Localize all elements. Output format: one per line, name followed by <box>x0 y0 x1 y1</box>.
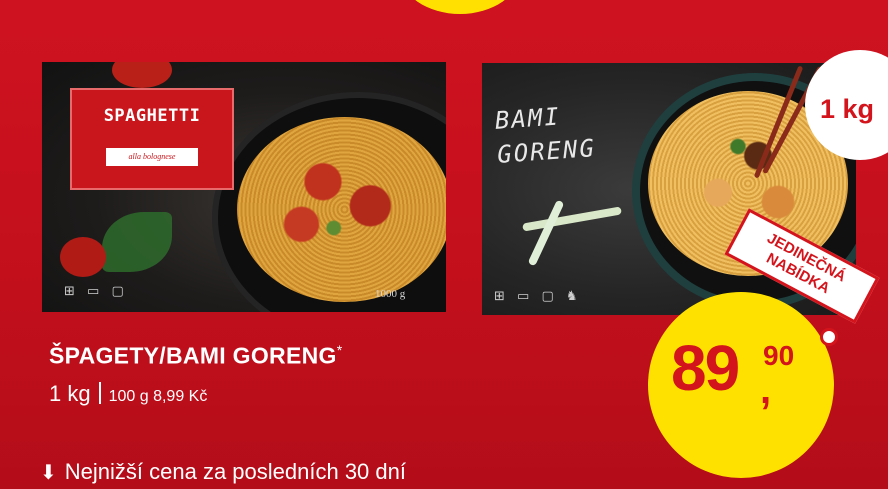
ribbon-dot <box>820 328 838 346</box>
lowest-price-text: Nejnižší cena za posledních 30 dní <box>64 459 406 484</box>
pack-title: BAMI GORENG <box>494 94 638 172</box>
arrow-down-icon: ⬇ <box>40 462 57 484</box>
basil-decoration <box>102 212 172 272</box>
scallion-decoration <box>527 199 565 267</box>
spaghetti-dish <box>237 117 446 302</box>
unit-price: 100 g 8,99 Kč <box>108 388 208 405</box>
price-comma: , <box>760 368 772 412</box>
weight-badge-text: 1 kg <box>820 94 875 124</box>
tomato-decoration <box>60 237 106 277</box>
preparation-icons: ⊞ ▭ ▢ ♞ <box>494 289 582 304</box>
price-main: 89 <box>671 332 740 404</box>
quantity-value: 1 kg <box>49 381 91 406</box>
scallion-decoration <box>522 206 622 232</box>
product-image-spaghetti: SPAGHETTI alla bolognese ⊞ ▭ ▢ 1000 g <box>42 62 446 312</box>
product-quantity: 1 kg 100 g 8,99 Kč <box>49 381 207 407</box>
product-name: ŠPAGETY/BAMI GORENG* <box>49 342 342 370</box>
product-name-text: ŠPAGETY/BAMI GORENG <box>49 342 337 369</box>
preparation-icons: ⊞ ▭ ▢ <box>64 284 128 299</box>
pack-weight: 1000 g <box>375 288 406 300</box>
pack-label: SPAGHETTI alla bolognese <box>70 88 234 190</box>
price-cents: 90 <box>763 340 795 371</box>
tomato-decoration <box>112 62 172 88</box>
quantity-separator <box>98 382 101 404</box>
pack-label-title: SPAGHETTI <box>103 106 201 126</box>
asterisk: * <box>336 342 343 358</box>
pack-label-subtitle: alla bolognese <box>106 148 198 166</box>
lowest-price-note: ⬇ Nejnižší cena za posledních 30 dní <box>40 459 406 485</box>
